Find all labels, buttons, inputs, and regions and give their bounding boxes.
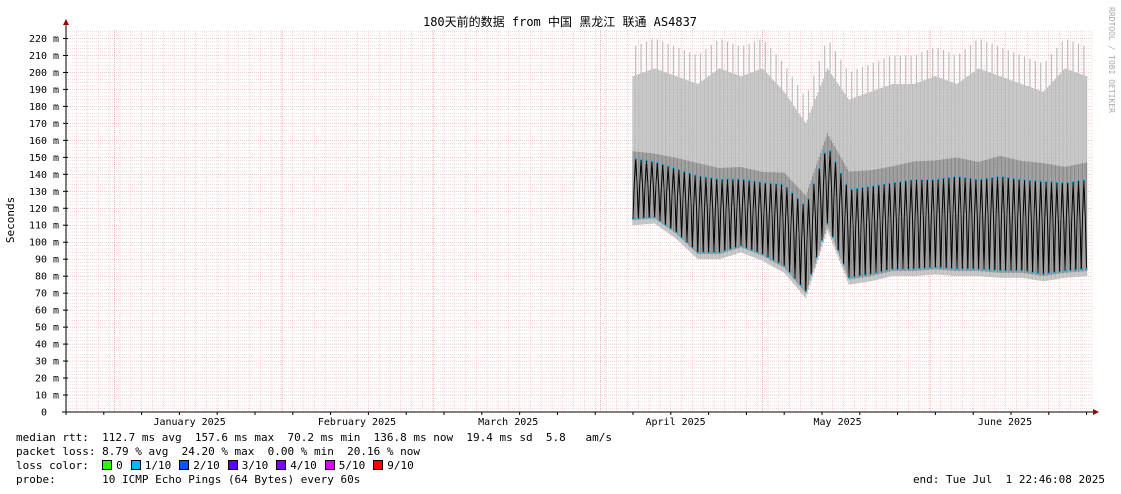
y-tick-label: 210: [29, 51, 47, 62]
latency-chart: 0 10 m 20 m 30 m 40 m 50 m 60 m 70 m 80 m 90 m 100 m 110 m 120 m…: [4, 7, 1116, 428]
y-tick-label: 20: [35, 374, 47, 385]
packet-loss-row: packet loss: 8.79 % avg 24.20 % max 0.00…: [16, 445, 420, 458]
loss-color-label-item: 1/10: [144, 459, 172, 472]
y-tick-unit: m: [53, 391, 59, 402]
x-tick-label: May 2025: [814, 417, 862, 428]
y-tick-unit: m: [53, 85, 59, 96]
packet-loss-label: packet loss:: [16, 445, 96, 458]
probe-row: probe: 10 ICMP Echo Pings (64 Bytes) eve…: [16, 473, 360, 486]
y-tick-label: 130: [29, 187, 47, 198]
y-tick-unit: m: [53, 272, 59, 283]
median-rtt-values: 112.7 ms avg 157.6 ms max 70.2 ms min 13…: [102, 431, 613, 444]
y-tick-label: 10: [35, 391, 47, 402]
loss-color-swatch: [102, 460, 113, 470]
y-tick-label: 120: [29, 204, 47, 215]
y-tick-unit: m: [53, 340, 59, 351]
x-tick-label: January 2025: [153, 417, 225, 428]
y-tick-unit: m: [53, 34, 59, 45]
y-tick-unit: m: [53, 51, 59, 62]
y-tick-unit: m: [53, 153, 59, 164]
loss-color-label-item: 4/10: [290, 459, 317, 472]
y-tick-unit: m: [53, 255, 59, 266]
y-tick-label: 70: [35, 289, 47, 300]
y-tick-unit: m: [53, 357, 59, 368]
y-axis-arrow: [63, 19, 69, 25]
y-tick-label: 170: [29, 119, 47, 130]
packet-loss-values: 8.79 % avg 24.20 % max 0.00 % min 20.16 …: [102, 445, 420, 458]
y-tick-unit: m: [53, 221, 59, 232]
chart-title: 180天前的数据 from 中国 黑龙江 联通 AS4837: [423, 14, 697, 29]
y-axis-label: Seconds: [4, 197, 17, 243]
y-tick-labels: 0 10 m 20 m 30 m 40 m 50 m 60 m 70 m 80 m 90 m 100 m 110 m 120 m…: [29, 34, 68, 419]
loss-color-row: loss color: 0 1/10 2/10 3/10 4/10 5/10 9/10: [16, 459, 422, 472]
y-tick-label: 160: [29, 136, 47, 147]
loss-color-swatch: [179, 460, 190, 470]
y-tick-unit: m: [53, 238, 59, 249]
y-tick-unit: m: [53, 187, 59, 198]
y-tick-label: 50: [35, 323, 47, 334]
y-tick-label: 40: [35, 340, 47, 351]
loss-color-label-item: 5/10: [338, 459, 366, 472]
loss-color-label-item: 3/10: [241, 459, 269, 472]
y-tick-unit: m: [53, 306, 59, 317]
y-tick-unit: m: [53, 170, 59, 181]
y-tick-unit: m: [53, 289, 59, 300]
y-tick-label: 150: [29, 153, 47, 164]
loss-color-swatch: [324, 460, 335, 470]
y-tick-unit: m: [53, 119, 59, 130]
y-tick-unit: m: [53, 136, 59, 147]
median-rtt-label: median rtt:: [16, 431, 89, 444]
loss-color-swatches: 0 1/10 2/10 3/10 4/10 5/10 9/10: [102, 459, 422, 472]
y-tick-unit: m: [53, 374, 59, 385]
y-tick-unit: m: [53, 68, 59, 79]
loss-color-swatch: [373, 460, 384, 470]
y-tick-unit: m: [53, 204, 59, 215]
median-rtt-row: median rtt: 112.7 ms avg 157.6 ms max 70…: [16, 431, 612, 444]
y-tick-unit: m: [53, 323, 59, 334]
y-tick-label: 80: [35, 272, 47, 283]
y-tick-label: 140: [29, 170, 47, 181]
x-tick-label: February 2025: [318, 417, 396, 428]
loss-color-label-item: 9/10: [387, 459, 414, 472]
y-tick-label: 60: [35, 306, 47, 317]
end-timestamp: end: Tue Jul 1 22:46:08 2025: [912, 473, 1105, 486]
y-tick-unit: m: [53, 102, 59, 113]
y-tick-label: 100: [29, 238, 47, 249]
loss-color-swatch: [130, 460, 141, 470]
loss-color-swatch: [276, 460, 287, 470]
y-tick-label: 190: [29, 85, 47, 96]
y-tick-label: 110: [29, 221, 47, 232]
probe-label: probe:: [16, 473, 56, 486]
rrdtool-watermark: RRDTOOL / TOBI OETIKER: [1107, 7, 1116, 113]
y-tick-label: 30: [35, 357, 47, 368]
median-point: [1085, 267, 1088, 270]
x-axis-arrow: [1093, 409, 1099, 415]
x-tick-label: March 2025: [478, 417, 538, 428]
x-tick-label: April 2025: [645, 417, 705, 428]
y-tick-label: 90: [35, 255, 47, 266]
probe-description: 10 ICMP Echo Pings (64 Bytes) every 60s: [102, 473, 361, 486]
x-tick-label: June 2025: [978, 417, 1032, 428]
y-tick-label: 220: [29, 34, 47, 45]
loss-color-label-item: 0: [116, 459, 123, 472]
y-tick-label: 180: [29, 102, 47, 113]
y-tick-label: 0: [41, 408, 47, 419]
y-tick-label: 200: [29, 68, 47, 79]
loss-color-label: loss color:: [16, 459, 89, 472]
loss-color-swatch: [227, 460, 238, 470]
loss-color-label-item: 2/10: [193, 459, 220, 472]
x-tick-labels: January 2025 February 2025 March 2025 April…: [65, 412, 1088, 428]
